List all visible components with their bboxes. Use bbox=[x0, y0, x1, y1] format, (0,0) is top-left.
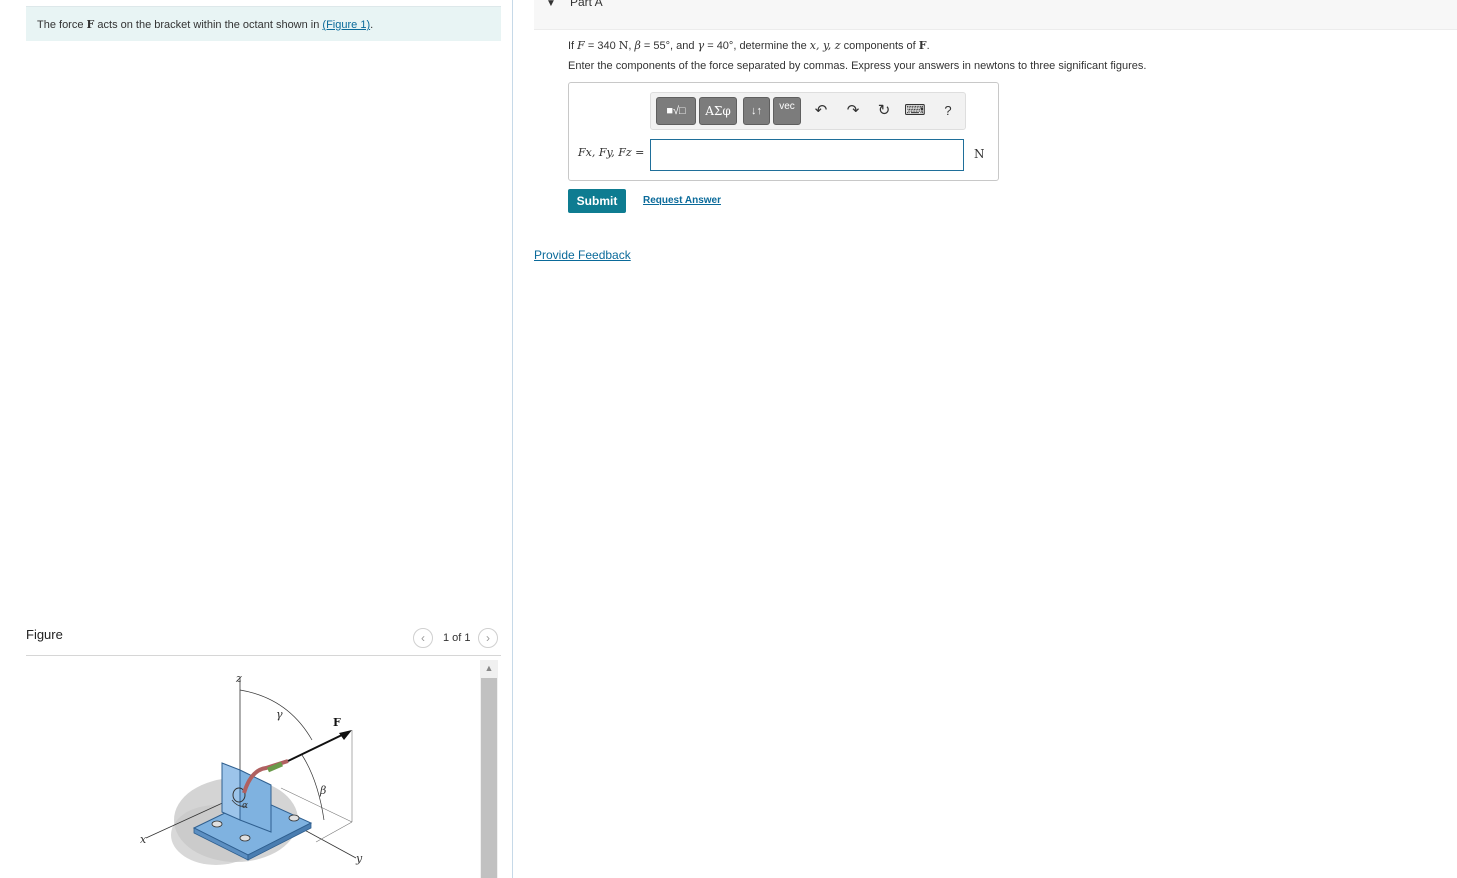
vector-button[interactable]: vec bbox=[773, 97, 801, 125]
bracket-diagram: z x y γ β α F bbox=[140, 672, 363, 865]
figure-scrollbar[interactable]: ▲ bbox=[480, 660, 498, 878]
intro-text-mid: acts on the bracket within the octant sh… bbox=[94, 19, 323, 31]
question-components-of: components of bbox=[840, 40, 919, 52]
pane-divider[interactable] bbox=[512, 0, 513, 878]
scroll-up-icon[interactable]: ▲ bbox=[480, 660, 498, 676]
force-arrowhead bbox=[339, 730, 352, 740]
bolt-1 bbox=[211, 820, 223, 828]
x-axis-label: x bbox=[140, 833, 147, 846]
redo-icon[interactable]: ↷ bbox=[842, 101, 864, 121]
arrows-button[interactable]: ↓↑ bbox=[743, 97, 770, 125]
bolt-2 bbox=[239, 834, 251, 842]
answer-unit: N bbox=[974, 147, 985, 161]
answer-box: ■√□ ΑΣφ ↓↑ vec ↶ ↷ ↻ ⌨ ? Fx, Fy, Fz = N bbox=[568, 82, 999, 181]
provide-feedback-link[interactable]: Provide Feedback bbox=[534, 248, 631, 262]
alpha-label: α bbox=[242, 801, 248, 811]
question-force-symbol: F bbox=[577, 39, 585, 52]
math-toolbar: ■√□ ΑΣφ ↓↑ vec ↶ ↷ ↻ ⌨ ? bbox=[650, 92, 966, 130]
part-title: Part A bbox=[570, 0, 603, 9]
beta-label: β bbox=[319, 784, 326, 797]
request-answer-link[interactable]: Request Answer bbox=[643, 195, 721, 206]
y-axis-label: y bbox=[355, 852, 363, 865]
submit-button[interactable]: Submit bbox=[568, 189, 626, 213]
figure-title: Figure bbox=[26, 627, 63, 642]
caret-down-icon[interactable]: ▼ bbox=[546, 0, 556, 9]
greek-symbols-button[interactable]: ΑΣφ bbox=[699, 97, 737, 125]
scroll-thumb[interactable] bbox=[481, 678, 497, 878]
templates-button[interactable]: ■√□ bbox=[656, 97, 696, 125]
chevron-right-icon: › bbox=[486, 631, 490, 645]
undo-icon[interactable]: ↶ bbox=[810, 101, 832, 121]
question-gamma-value: = 40° bbox=[704, 40, 734, 52]
force-arrow-line bbox=[287, 733, 345, 762]
intro-text-pre: The force bbox=[37, 19, 87, 31]
question-unit: N bbox=[618, 39, 629, 52]
question-text: If F = 340 N, β = 55°, and γ = 40°, dete… bbox=[568, 39, 930, 52]
question-beta-value: = 55° bbox=[640, 40, 671, 52]
question-if: If bbox=[568, 40, 578, 52]
keyboard-icon[interactable]: ⌨ bbox=[904, 101, 926, 121]
answer-input[interactable] bbox=[650, 139, 964, 171]
answer-label: Fx, Fy, Fz = bbox=[578, 146, 645, 159]
question-force-value: = 340 bbox=[584, 40, 619, 52]
intro-text-post: . bbox=[370, 19, 374, 31]
question-force-vector: F bbox=[918, 39, 927, 52]
problem-intro: The force F acts on the bracket within t… bbox=[26, 6, 501, 41]
left-pane: The force F acts on the bracket within t… bbox=[0, 0, 512, 878]
figure-page-indicator: 1 of 1 bbox=[443, 632, 471, 644]
figure-link[interactable]: (Figure 1) bbox=[322, 19, 370, 31]
bolt-3 bbox=[288, 814, 300, 822]
figure-image: z x y γ β α F bbox=[26, 660, 478, 878]
question-xyz: x, y, z bbox=[809, 39, 841, 52]
question-and: , and bbox=[670, 40, 698, 52]
part-a-header[interactable]: ▼ Part A bbox=[534, 0, 1457, 30]
reset-icon[interactable]: ↻ bbox=[873, 101, 895, 121]
instructions: Enter the components of the force separa… bbox=[568, 60, 1147, 72]
chevron-left-icon: ‹ bbox=[421, 631, 425, 645]
vertical-plate bbox=[221, 762, 241, 821]
z-axis-label: z bbox=[235, 672, 242, 685]
figure-header: Figure ‹ 1 of 1 › bbox=[26, 624, 501, 656]
figure-next-button[interactable]: › bbox=[478, 628, 498, 648]
projection-line-floor bbox=[315, 821, 353, 843]
force-label: F bbox=[333, 716, 341, 729]
figure-prev-button[interactable]: ‹ bbox=[413, 628, 433, 648]
help-icon[interactable]: ? bbox=[937, 101, 959, 121]
gamma-label: γ bbox=[276, 708, 283, 721]
question-end: . bbox=[926, 40, 930, 52]
question-determine: , determine the bbox=[733, 40, 810, 52]
